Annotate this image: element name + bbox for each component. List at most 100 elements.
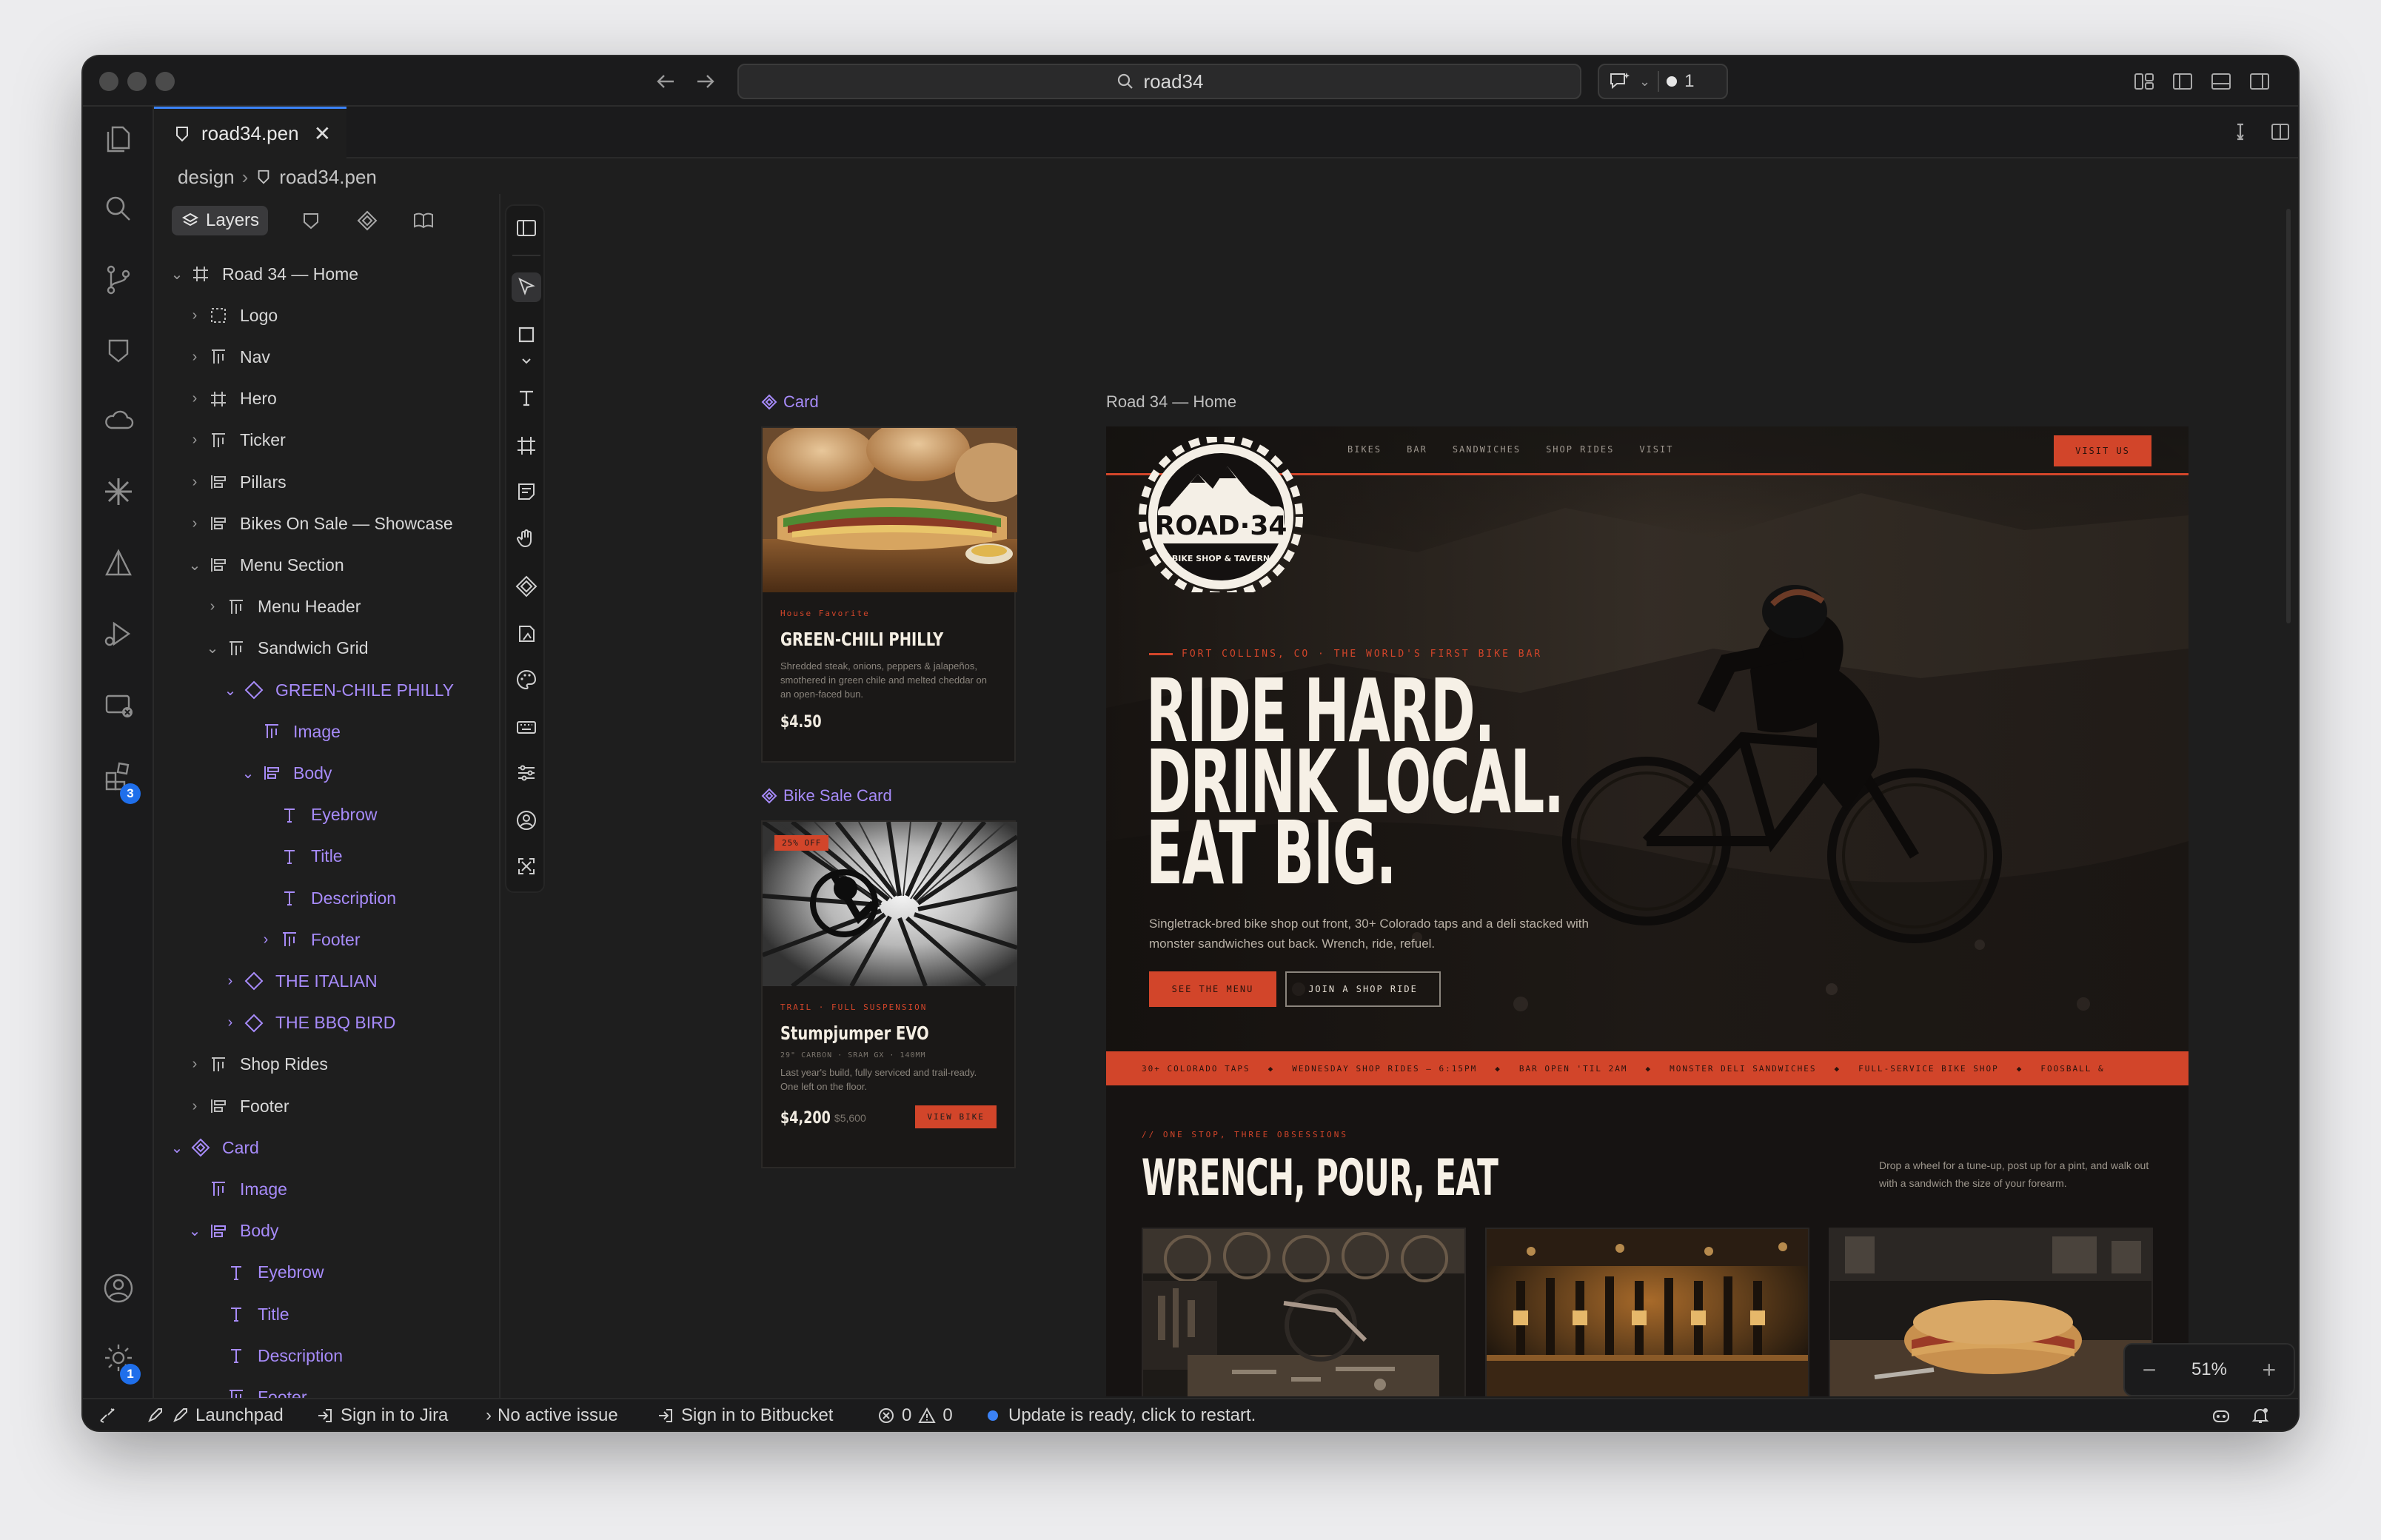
image-edit-icon[interactable] (512, 619, 541, 649)
layer-row[interactable]: › Nav (187, 336, 270, 378)
home-frame-label[interactable]: Road 34 — Home (1106, 392, 1236, 412)
tab-docs-icon[interactable] (410, 207, 437, 234)
home-frame[interactable]: BIKES BAR SANDWICHES SHOP RIDES VISIT VISIT … (1106, 426, 2189, 1396)
chevron-right-icon[interactable]: › (187, 307, 203, 324)
pointer-icon[interactable] (512, 272, 541, 302)
layer-row[interactable]: Eyebrow (204, 1252, 324, 1293)
panel-toggle-icon[interactable] (512, 213, 541, 243)
rectangle-icon[interactable] (512, 320, 541, 349)
chat-sparkle-icon[interactable] (1608, 70, 1632, 93)
layer-row[interactable]: ⌄ Road 34 — Home (169, 253, 358, 295)
layer-row[interactable]: ⌄ GREEN-CHILE PHILLY (222, 669, 455, 711)
chevron-down-icon[interactable]: ⌄ (204, 1388, 221, 1398)
layer-row[interactable]: › THE ITALIAN (222, 960, 378, 1002)
chevron-down-icon[interactable]: ⌄ (169, 1139, 185, 1157)
layer-row[interactable]: › Footer (187, 1085, 289, 1127)
breadcrumb-design[interactable]: design (178, 166, 235, 189)
visit-us-button[interactable]: VISIT US (2054, 435, 2151, 466)
breadcrumb-file[interactable]: road34.pen (279, 166, 377, 189)
chevron-down-icon[interactable]: ⌄ (187, 556, 203, 575)
search-icon[interactable] (101, 191, 136, 227)
chevron-down-icon[interactable]: ⌄ (240, 764, 256, 783)
chevron-right-icon[interactable]: › (258, 931, 274, 948)
run-debug-icon[interactable] (101, 616, 136, 652)
layer-row[interactable]: Image (240, 711, 341, 752)
chevron-right-icon[interactable]: › (187, 349, 203, 366)
chevron-right-icon[interactable]: › (187, 1098, 203, 1115)
customize-layout-icon[interactable] (2131, 68, 2157, 95)
chevron-right-icon[interactable]: › (222, 1014, 238, 1031)
chevron-right-icon[interactable]: › (187, 432, 203, 449)
chevron-right-icon[interactable]: › (222, 973, 238, 990)
design-canvas[interactable]: Card House Favorite GREEN-CHILI PHILLY S… (545, 158, 2298, 1398)
chevron-down-icon[interactable]: ⌄ (1639, 74, 1650, 90)
remote-indicator[interactable] (98, 1399, 117, 1430)
site-nav-link[interactable]: BAR (1407, 444, 1427, 455)
card-frame-label[interactable]: Card (761, 392, 819, 412)
toggle-sidebar-icon[interactable] (2169, 68, 2196, 95)
layer-row[interactable]: ⌄ Sandwich Grid (204, 628, 369, 669)
notifications-item[interactable] (2251, 1399, 2270, 1430)
sticky-note-icon[interactable] (512, 477, 541, 506)
site-nav-link[interactable]: SANDWICHES (1453, 444, 1521, 455)
star-icon[interactable] (101, 474, 136, 509)
pillar-image-sandwiches[interactable] (1829, 1228, 2153, 1396)
files-icon[interactable] (101, 120, 136, 155)
cloud-icon[interactable] (101, 403, 136, 438)
pillar-image-bar[interactable] (1485, 1228, 1809, 1396)
site-nav-link[interactable]: VISIT (1639, 444, 1673, 455)
view-bike-button[interactable]: VIEW BIKE (915, 1105, 997, 1128)
layer-row[interactable]: Description (258, 877, 396, 919)
toggle-secondary-sidebar-icon[interactable] (2246, 68, 2273, 95)
problems-item[interactable]: 0 0 (877, 1399, 953, 1430)
layer-row[interactable]: ⌄ Footer (204, 1376, 307, 1398)
layer-row[interactable]: › Hero (187, 378, 277, 420)
layer-row[interactable]: Title (258, 836, 343, 877)
close-window-button[interactable] (99, 72, 118, 91)
sandwich-card[interactable]: House Favorite GREEN-CHILI PHILLY Shredd… (761, 426, 1017, 763)
sliders-icon[interactable] (512, 758, 541, 788)
join-shop-ride-button[interactable]: JOIN A SHOP RIDE (1285, 971, 1441, 1007)
layer-row[interactable]: › THE BBQ BIRD (222, 1002, 396, 1044)
layer-row[interactable]: ⌄ Menu Section (187, 544, 344, 586)
tab-components-icon[interactable] (354, 207, 381, 234)
layer-row[interactable]: › Bikes On Sale — Showcase (187, 503, 453, 544)
update-ready-item[interactable]: Update is ready, click to restart. (988, 1399, 1256, 1430)
chevron-down-icon[interactable]: ⌄ (169, 265, 185, 284)
zoom-level[interactable]: 51% (2191, 1359, 2227, 1380)
site-nav-link[interactable]: SHOP RIDES (1546, 444, 1614, 455)
split-editor-icon[interactable] (2267, 118, 2294, 145)
layer-row[interactable]: › Footer (258, 919, 361, 960)
remote-icon[interactable] (101, 687, 136, 723)
road34-logo[interactable]: ROAD·34 BIKE SHOP & TAVERN (1139, 437, 1303, 592)
zoom-out-button[interactable]: − (2143, 1356, 2157, 1384)
layer-row[interactable]: Description (204, 1335, 343, 1376)
source-control-icon[interactable] (101, 262, 136, 298)
avatar-icon[interactable] (512, 806, 541, 835)
layer-row[interactable]: Image (187, 1168, 287, 1210)
command-center-search[interactable]: road34 (737, 64, 1581, 99)
chevron-right-icon[interactable]: › (187, 474, 203, 491)
minimize-window-button[interactable] (127, 72, 147, 91)
component-icon[interactable] (512, 572, 541, 601)
chevron-right-icon[interactable]: › (187, 390, 203, 407)
layer-row[interactable]: › Shop Rides (187, 1044, 328, 1085)
layer-row[interactable]: › Logo (187, 295, 278, 336)
bike-sale-card[interactable]: 25% OFF TRAIL · FULL SUSPENSION Stumpjum… (761, 820, 1017, 1168)
layer-row[interactable]: › Menu Header (204, 586, 361, 628)
back-arrow-icon[interactable] (652, 67, 681, 96)
zoom-window-button[interactable] (155, 72, 175, 91)
close-tab-icon[interactable]: ✕ (314, 121, 331, 146)
chevron-down-icon[interactable]: ⌄ (204, 639, 221, 657)
pillar-image-bikes[interactable] (1142, 1228, 1466, 1396)
chevron-down-icon[interactable] (512, 352, 541, 370)
chevron-down-icon[interactable]: ⌄ (222, 681, 238, 700)
chevron-right-icon[interactable]: › (187, 515, 203, 532)
text-cursor-icon[interactable] (2227, 118, 2254, 145)
chevron-right-icon[interactable]: › (187, 1056, 203, 1073)
launchpad-item[interactable]: Launchpad (145, 1399, 284, 1430)
canvas-scrollbar[interactable] (2286, 209, 2291, 623)
layer-row[interactable]: ⌄ Body (240, 752, 332, 794)
site-nav-link[interactable]: BIKES (1347, 444, 1382, 455)
palette-icon[interactable] (512, 665, 541, 694)
